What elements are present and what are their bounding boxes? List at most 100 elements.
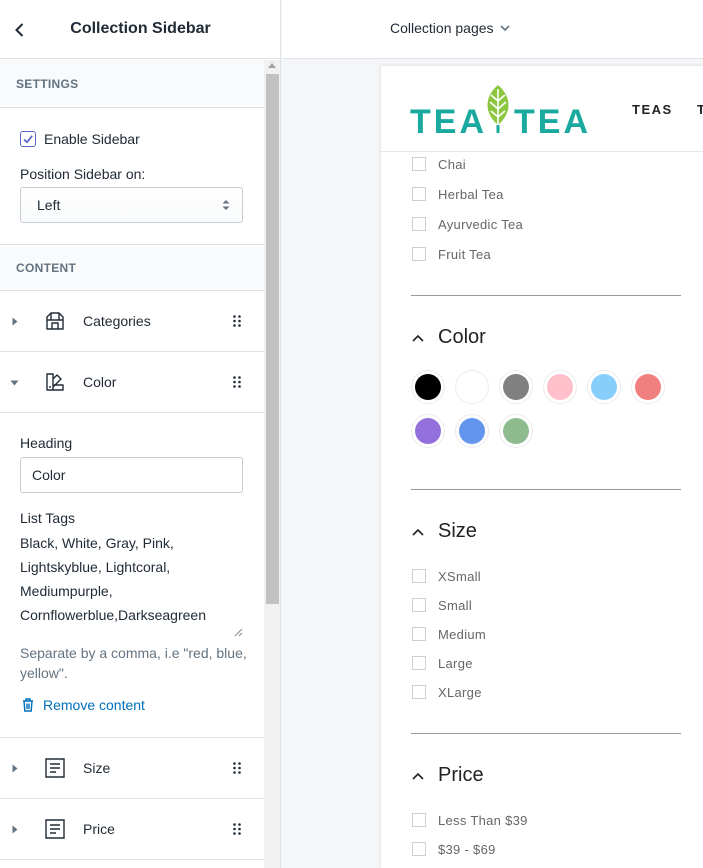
size-filter-item[interactable]: XSmall — [412, 568, 481, 584]
filter-label: Fruit Tea — [438, 246, 492, 262]
color-filter-title: Color — [438, 326, 486, 348]
theme-editor: Collection Sidebar SETTINGS Enable Sideb… — [0, 0, 703, 868]
scroll-up-arrow-icon[interactable] — [268, 63, 276, 68]
filter-label: Ayurvedic Tea — [438, 216, 524, 232]
editor-sidebar: Collection Sidebar SETTINGS Enable Sideb… — [0, 0, 281, 868]
resize-handle-icon[interactable] — [233, 627, 243, 637]
store-logo[interactable]: TEA TEA — [410, 83, 600, 141]
block-categories-label: Categories — [83, 313, 151, 329]
filter-label: Large — [438, 655, 473, 671]
enable-sidebar-checkbox[interactable] — [20, 131, 36, 147]
color-swatch[interactable] — [499, 414, 533, 448]
color-swatch[interactable] — [411, 370, 445, 404]
block-color-label: Color — [83, 374, 117, 390]
enable-sidebar-label: Enable Sidebar — [44, 131, 140, 147]
filter-checkbox[interactable] — [412, 157, 426, 171]
filter-label: $39 - $69 — [438, 841, 496, 857]
chevron-up-icon — [412, 772, 424, 780]
size-filter-item[interactable]: Small — [412, 597, 472, 613]
size-filter-item[interactable]: Large — [412, 655, 473, 671]
price-filter-header[interactable]: Price — [412, 764, 484, 787]
content-heading: CONTENT — [0, 244, 264, 291]
page-type-selector[interactable]: Collection pages — [390, 20, 510, 36]
block-size[interactable]: Size — [0, 738, 264, 799]
color-swatch[interactable] — [455, 370, 489, 404]
preview-topbar: Collection pages — [282, 0, 703, 59]
select-arrows-icon — [222, 200, 230, 210]
sidebar-header: Collection Sidebar — [0, 0, 280, 59]
size-filter-title: Size — [438, 520, 477, 542]
nav-item-truncated[interactable]: T — [697, 102, 703, 117]
filter-checkbox[interactable] — [412, 842, 426, 856]
category-filter-item[interactable]: Chai — [412, 156, 466, 172]
filter-divider — [411, 489, 681, 490]
sidebar-scrollbar[interactable] — [264, 60, 280, 868]
position-sidebar-select[interactable]: Left — [20, 187, 243, 223]
price-filter-title: Price — [438, 764, 484, 786]
list-tags-line: Mediumpurple, — [20, 583, 113, 599]
color-swatch[interactable] — [631, 370, 665, 404]
filter-divider — [411, 733, 681, 734]
color-swatch[interactable] — [499, 370, 533, 404]
category-filter-item[interactable]: Herbal Tea — [412, 186, 504, 202]
list-tags-label: List Tags — [20, 510, 75, 526]
block-price[interactable]: Price — [0, 799, 264, 860]
block-price-label: Price — [83, 821, 115, 837]
filter-checkbox[interactable] — [412, 656, 426, 670]
list-tags-help-text: Separate by a comma, i.e "red, blue, yel… — [20, 645, 247, 681]
color-filter-header[interactable]: Color — [412, 326, 486, 349]
caret-right-icon[interactable] — [12, 825, 18, 834]
size-filter-item[interactable]: XLarge — [412, 684, 482, 700]
drag-handle-icon[interactable] — [233, 823, 241, 835]
filter-checkbox[interactable] — [412, 685, 426, 699]
color-swatch[interactable] — [455, 414, 489, 448]
color-block-settings: Heading Color List Tags Black, White, Gr… — [0, 413, 264, 738]
heading-input[interactable]: Color — [20, 457, 243, 493]
settings-heading: SETTINGS — [0, 60, 264, 108]
filter-checkbox[interactable] — [412, 627, 426, 641]
color-swatch-fill — [415, 418, 441, 444]
caret-right-icon[interactable] — [12, 764, 18, 773]
store-header: TEA TEA TEAS T — [381, 66, 703, 152]
remove-content-link[interactable]: Remove content — [22, 697, 145, 713]
caret-down-icon[interactable] — [10, 380, 19, 386]
enable-sidebar-row[interactable]: Enable Sidebar — [20, 130, 140, 148]
drag-handle-icon[interactable] — [233, 315, 241, 327]
block-categories[interactable]: Categories — [0, 291, 264, 352]
filter-label: Small — [438, 597, 473, 613]
color-swatch[interactable] — [411, 414, 445, 448]
filter-checkbox[interactable] — [412, 187, 426, 201]
category-filter-item[interactable]: Ayurvedic Tea — [412, 216, 523, 232]
filter-label: Herbal Tea — [438, 186, 504, 202]
list-tags-line: Cornflowerblue,Darkseagreen — [20, 607, 206, 623]
caret-right-icon[interactable] — [12, 317, 18, 326]
trash-icon — [23, 698, 33, 712]
block-color[interactable]: Color — [0, 352, 264, 413]
filter-checkbox[interactable] — [412, 217, 426, 231]
list-tags-line: Lightskyblue, Lightcoral, — [20, 559, 171, 575]
drag-handle-icon[interactable] — [233, 376, 241, 388]
heading-field-label: Heading — [20, 435, 73, 451]
filter-checkbox[interactable] — [412, 569, 426, 583]
size-filter-header[interactable]: Size — [412, 520, 477, 543]
category-filter-item[interactable]: Fruit Tea — [412, 246, 491, 262]
color-swatch[interactable] — [543, 370, 577, 404]
size-filter-item[interactable]: Medium — [412, 626, 486, 642]
filter-checkbox[interactable] — [412, 813, 426, 827]
color-swatch-fill — [503, 418, 529, 444]
price-filter-item[interactable]: Less Than $39 — [412, 812, 528, 828]
color-swatch-fill — [503, 374, 529, 400]
color-swatch[interactable] — [587, 370, 621, 404]
page-type-label: Collection pages — [390, 20, 494, 36]
text-block-icon — [45, 819, 65, 839]
position-select-value: Left — [37, 197, 61, 213]
drag-handle-icon[interactable] — [233, 762, 241, 774]
scrollbar-thumb[interactable] — [266, 74, 279, 604]
color-palette-icon — [46, 373, 64, 391]
price-filter-item[interactable]: $39 - $69 — [412, 841, 496, 857]
list-tags-textarea[interactable]: Black, White, Gray, Pink, Lightskyblue, … — [20, 531, 243, 639]
nav-item-teas[interactable]: TEAS — [632, 102, 673, 117]
filter-checkbox[interactable] — [412, 598, 426, 612]
color-swatch-fill — [459, 374, 485, 400]
filter-checkbox[interactable] — [412, 247, 426, 261]
